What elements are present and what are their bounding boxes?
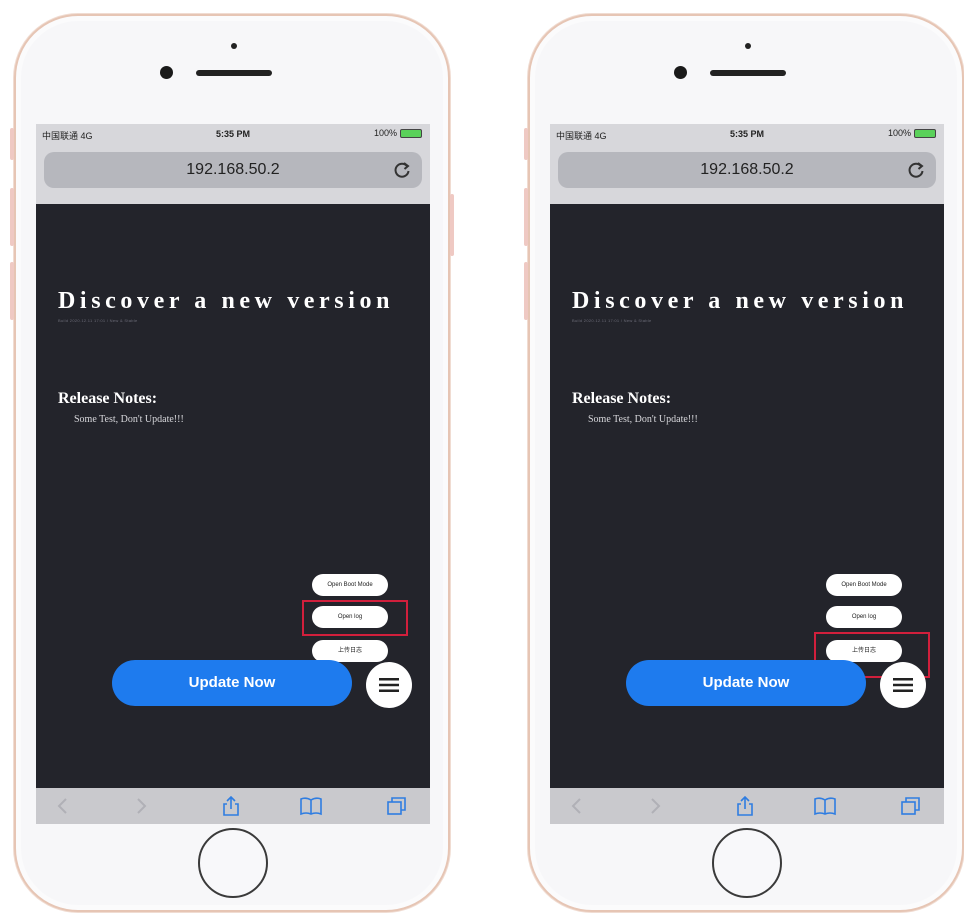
battery-icon bbox=[400, 128, 422, 138]
volume-down-button bbox=[524, 262, 528, 320]
home-button[interactable] bbox=[712, 828, 782, 898]
tabs-icon[interactable] bbox=[386, 796, 408, 816]
power-button bbox=[450, 194, 454, 256]
reload-icon[interactable] bbox=[906, 160, 926, 180]
screen: 中国联通 4G 5:35 PM 100% 192.168.50.2 Discov… bbox=[36, 124, 430, 824]
battery-status: 100% bbox=[888, 128, 936, 138]
volume-up-button bbox=[10, 188, 14, 246]
url-text: 192.168.50.2 bbox=[186, 161, 280, 178]
screen: 中国联通 4G 5:35 PM 100% 192.168.50.2 Discov… bbox=[550, 124, 944, 824]
status-bar: 中国联通 4G 5:35 PM 100% bbox=[36, 124, 430, 144]
page-content: Discover a new version Build 2020.12.11 … bbox=[36, 204, 430, 788]
menu-item-upload-log[interactable]: 上传日志 bbox=[312, 640, 388, 662]
volume-up-button bbox=[524, 188, 528, 246]
forward-icon[interactable] bbox=[644, 796, 666, 816]
browser-toolbar bbox=[550, 788, 944, 824]
reload-icon[interactable] bbox=[392, 160, 412, 180]
page-title: Discover a new version bbox=[572, 288, 909, 314]
proximity-sensor bbox=[745, 43, 751, 49]
mute-switch bbox=[524, 128, 528, 160]
hamburger-icon bbox=[379, 678, 399, 692]
version-subtitle: Build 2020.12.11 17:01 / New & Stable bbox=[572, 318, 652, 323]
volume-down-button bbox=[10, 262, 14, 320]
bookmarks-icon[interactable] bbox=[814, 796, 836, 816]
browser-address-area: 192.168.50.2 bbox=[36, 144, 430, 204]
url-text: 192.168.50.2 bbox=[700, 161, 794, 178]
earpiece-speaker bbox=[710, 70, 786, 76]
browser-address-area: 192.168.50.2 bbox=[550, 144, 944, 204]
menu-fab-button[interactable] bbox=[366, 662, 412, 708]
proximity-sensor bbox=[231, 43, 237, 49]
address-bar[interactable]: 192.168.50.2 bbox=[44, 152, 422, 188]
mute-switch bbox=[10, 128, 14, 160]
earpiece-speaker bbox=[196, 70, 272, 76]
forward-icon[interactable] bbox=[130, 796, 152, 816]
front-camera bbox=[674, 66, 687, 79]
page-content: Discover a new version Build 2020.12.11 … bbox=[550, 204, 944, 788]
status-time: 5:35 PM bbox=[729, 129, 764, 139]
status-bar: 中国联通 4G 5:35 PM 100% bbox=[550, 124, 944, 144]
release-notes-heading: Release Notes: bbox=[572, 390, 672, 407]
back-icon[interactable] bbox=[52, 796, 74, 816]
back-icon[interactable] bbox=[566, 796, 588, 816]
tabs-icon[interactable] bbox=[900, 796, 922, 816]
highlight-box bbox=[302, 600, 408, 636]
battery-icon bbox=[914, 128, 936, 138]
hamburger-icon bbox=[893, 678, 913, 692]
front-camera bbox=[160, 66, 173, 79]
phone-left: 中国联通 4G 5:35 PM 100% 192.168.50.2 Discov… bbox=[10, 14, 454, 912]
release-notes-heading: Release Notes: bbox=[58, 390, 158, 407]
phone-right: 中国联通 4G 5:35 PM 100% 192.168.50.2 Discov… bbox=[524, 14, 964, 912]
browser-toolbar bbox=[36, 788, 430, 824]
version-subtitle: Build 2020.12.11 17:01 / New & Stable bbox=[58, 318, 138, 323]
menu-item-open-boot-mode[interactable]: Open Boot Mode bbox=[826, 574, 902, 596]
share-icon[interactable] bbox=[220, 796, 242, 816]
bookmarks-icon[interactable] bbox=[300, 796, 322, 816]
home-button[interactable] bbox=[198, 828, 268, 898]
menu-item-open-log[interactable]: Open log bbox=[826, 606, 902, 628]
page-title: Discover a new version bbox=[58, 288, 395, 314]
update-now-button[interactable]: Update Now bbox=[112, 660, 352, 706]
release-notes-text: Some Test, Don't Update!!! bbox=[74, 414, 184, 425]
share-icon[interactable] bbox=[734, 796, 756, 816]
menu-item-open-boot-mode[interactable]: Open Boot Mode bbox=[312, 574, 388, 596]
battery-percent: 100% bbox=[373, 128, 397, 138]
address-bar[interactable]: 192.168.50.2 bbox=[558, 152, 936, 188]
battery-status: 100% bbox=[374, 128, 422, 138]
update-now-button[interactable]: Update Now bbox=[626, 660, 866, 706]
menu-fab-button[interactable] bbox=[880, 662, 926, 708]
status-time: 5:35 PM bbox=[215, 129, 250, 139]
release-notes-text: Some Test, Don't Update!!! bbox=[588, 414, 698, 425]
battery-percent: 100% bbox=[887, 128, 911, 138]
